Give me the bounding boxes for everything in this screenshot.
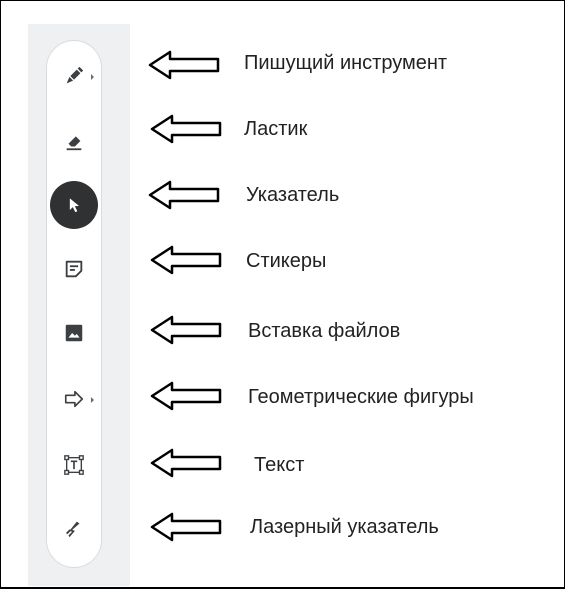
callout-arrow-icon bbox=[150, 245, 222, 275]
pen-icon bbox=[66, 66, 84, 84]
sticky-note-tool-button[interactable] bbox=[50, 245, 98, 293]
insert-file-tool-button[interactable] bbox=[50, 309, 98, 357]
eraser-icon bbox=[66, 136, 82, 151]
pen-tool-button[interactable] bbox=[50, 52, 98, 100]
pointer-tool-button[interactable] bbox=[50, 181, 98, 229]
label-text-tool: Текст bbox=[254, 454, 305, 476]
label-shapes-tool: Геометрические фигуры bbox=[248, 386, 474, 408]
active-tool-highlight bbox=[50, 181, 98, 229]
shape-arrow-icon bbox=[64, 390, 84, 408]
label-pen-tool: Пишущий инструмент bbox=[244, 52, 448, 74]
callout-arrow-icon bbox=[150, 315, 222, 345]
callout-arrow-icon bbox=[148, 50, 220, 80]
sticky-note-icon bbox=[65, 260, 83, 278]
callout-arrow-icon bbox=[148, 180, 220, 210]
callout-arrow-icon bbox=[150, 114, 222, 144]
submenu-caret-icon bbox=[91, 74, 94, 80]
label-laser-pointer-tool: Лазерный указатель bbox=[250, 516, 439, 538]
label-insert-file-tool: Вставка файлов bbox=[248, 320, 401, 342]
laser-pointer-icon bbox=[66, 521, 80, 538]
image-icon bbox=[65, 324, 83, 342]
text-tool-button[interactable] bbox=[50, 441, 98, 489]
callout-arrow-icon bbox=[150, 381, 222, 411]
label-sticky-note-tool: Стикеры bbox=[246, 250, 327, 272]
eraser-tool-button[interactable] bbox=[50, 117, 98, 165]
callout-arrow-icon bbox=[150, 448, 222, 478]
shapes-tool-button[interactable] bbox=[50, 375, 98, 423]
label-pointer-tool: Указатель bbox=[246, 184, 340, 206]
laser-pointer-tool-button[interactable] bbox=[50, 505, 98, 553]
whiteboard-toolbar bbox=[46, 40, 102, 568]
label-eraser-tool: Ластик bbox=[244, 118, 308, 140]
submenu-caret-icon bbox=[91, 397, 94, 403]
callout-arrow-icon bbox=[150, 512, 222, 542]
pointer-icon bbox=[69, 198, 79, 213]
text-box-icon bbox=[64, 455, 84, 475]
